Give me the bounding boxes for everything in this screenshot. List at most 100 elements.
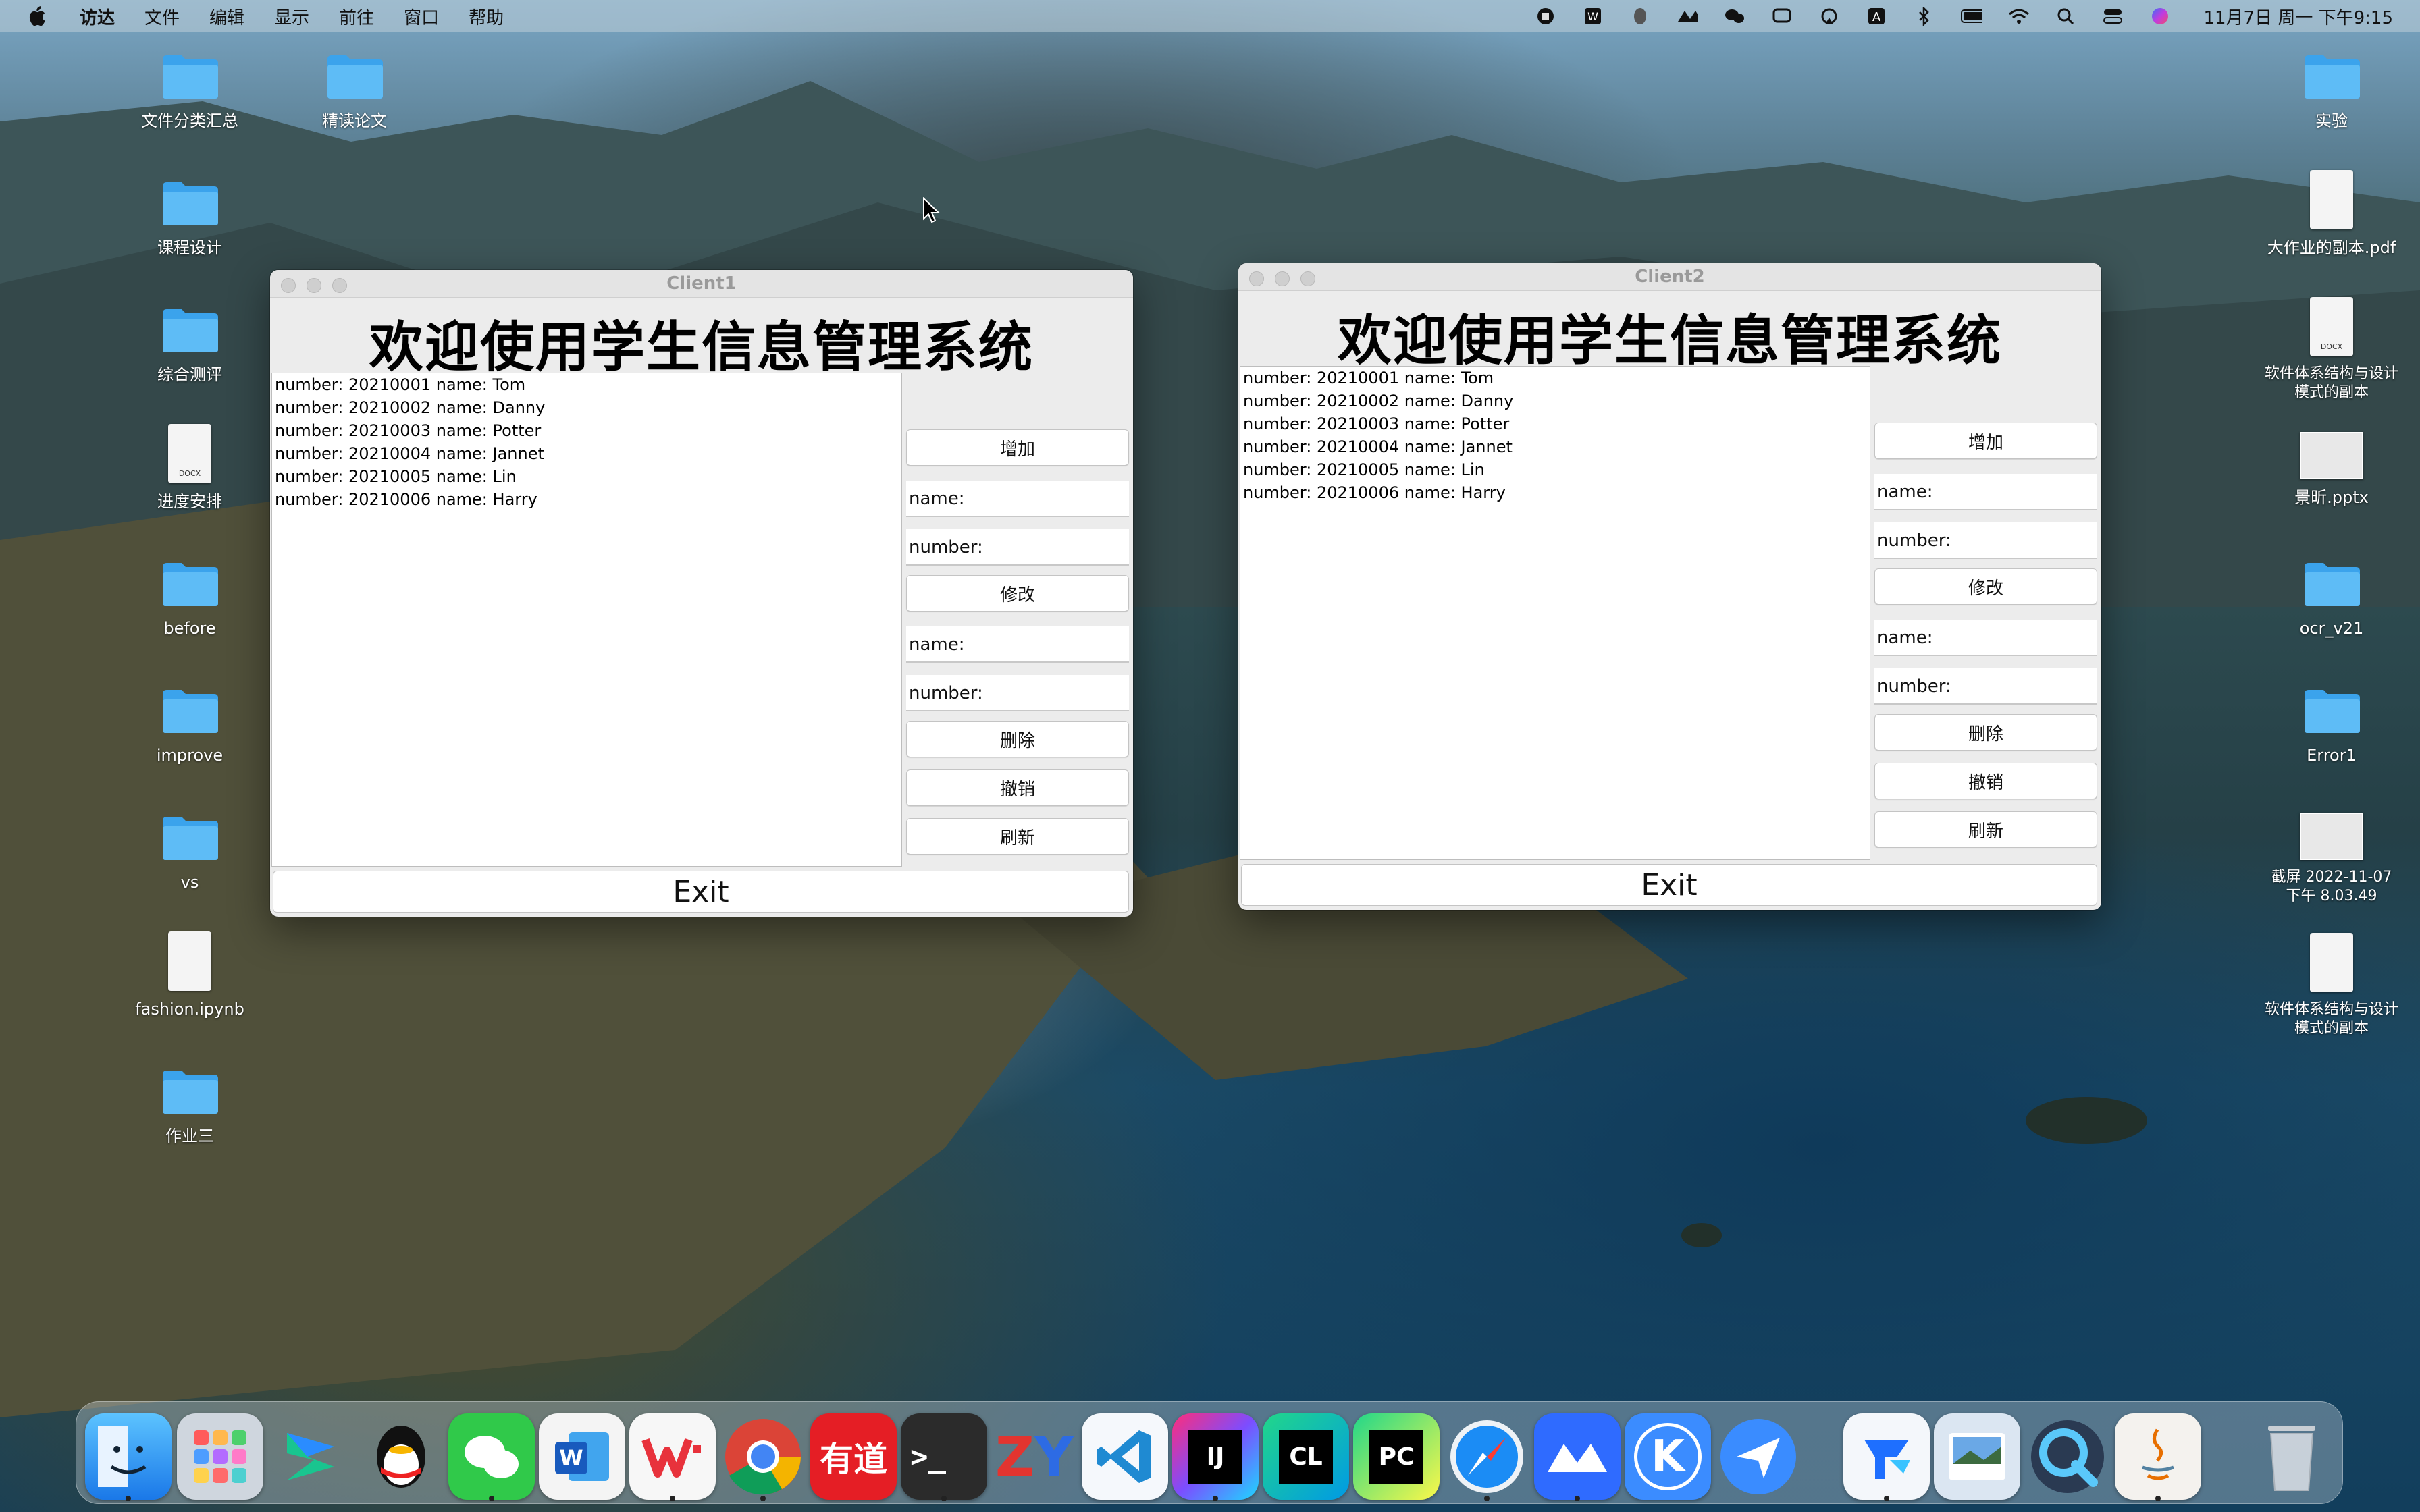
menu-app-name[interactable]: 访达 bbox=[80, 4, 115, 29]
list-item[interactable]: number: 20210002 name: Danny bbox=[272, 396, 901, 419]
lark-icon[interactable] bbox=[1534, 1413, 1621, 1500]
siri-icon[interactable] bbox=[2149, 7, 2171, 26]
add-number-field[interactable]: number: bbox=[1874, 522, 2097, 559]
trash-icon[interactable] bbox=[2248, 1413, 2335, 1500]
add-button[interactable]: 增加 bbox=[906, 429, 1129, 466]
desktop-item-zuoye[interactable]: 作业三 bbox=[122, 1068, 257, 1146]
menubar-clock[interactable]: 11月7日 周一 下午9:15 bbox=[2203, 4, 2393, 29]
desktop-item-zonghe[interactable]: 综合测评 bbox=[122, 306, 257, 385]
preview-icon[interactable] bbox=[1934, 1413, 2020, 1500]
clion-icon[interactable]: CL bbox=[1263, 1413, 1349, 1500]
list-item[interactable]: number: 20210006 name: Harry bbox=[1240, 481, 1870, 504]
window-titlebar[interactable]: Client1 bbox=[270, 270, 1133, 298]
desktop-item-error1[interactable]: Error1 bbox=[2264, 687, 2399, 765]
desktop-item-jingdu[interactable]: 精读论文 bbox=[287, 53, 422, 131]
desktop-item-pdf[interactable]: 大作业的副本.pdf bbox=[2264, 170, 2399, 258]
control-center-icon[interactable] bbox=[2102, 7, 2124, 26]
add-name-field[interactable]: name: bbox=[906, 481, 1129, 517]
finder-icon[interactable] bbox=[85, 1413, 172, 1500]
menu-edit[interactable]: 编辑 bbox=[209, 4, 244, 29]
list-item[interactable]: number: 20210004 name: Jannet bbox=[272, 442, 901, 465]
wifi-icon[interactable] bbox=[2007, 7, 2030, 26]
desktop-item-wenjian[interactable]: 文件分类汇总 bbox=[122, 53, 257, 131]
zy-icon[interactable]: ZY bbox=[991, 1413, 1078, 1500]
record-icon[interactable] bbox=[1535, 7, 1556, 26]
student-list[interactable]: number: 20210001 name: Tom number: 20210… bbox=[271, 373, 902, 867]
feishu-icon[interactable] bbox=[1715, 1413, 1801, 1500]
delete-button[interactable]: 删除 bbox=[906, 721, 1129, 757]
exit-button[interactable]: Exit bbox=[1241, 864, 2097, 906]
wechat-status-icon[interactable] bbox=[1724, 7, 1745, 26]
vscode-icon[interactable] bbox=[1082, 1413, 1168, 1500]
apple-menu-icon[interactable] bbox=[27, 5, 46, 27]
desktop-item-ruanjian1[interactable]: DOCX 软件体系结构与设计模式的副本 bbox=[2264, 297, 2399, 402]
modify-name-field[interactable]: name: bbox=[906, 626, 1129, 663]
swift-app-icon[interactable] bbox=[267, 1413, 354, 1500]
menu-help[interactable]: 帮助 bbox=[469, 4, 504, 29]
wps-icon[interactable] bbox=[629, 1413, 716, 1500]
delete-button[interactable]: 删除 bbox=[1874, 714, 2097, 751]
refresh-button[interactable]: 刷新 bbox=[906, 818, 1129, 855]
desktop-item-improve[interactable]: improve bbox=[122, 687, 257, 765]
lark-status-icon[interactable] bbox=[1677, 7, 1699, 26]
list-item[interactable]: number: 20210004 name: Jannet bbox=[1240, 435, 1870, 458]
desktop-item-before[interactable]: before bbox=[122, 560, 257, 639]
youdao-icon[interactable]: 有道 bbox=[810, 1413, 897, 1500]
desktop-item-ocr[interactable]: ocr_v21 bbox=[2264, 560, 2399, 639]
modify-number-field[interactable]: number: bbox=[1874, 668, 2097, 705]
modify-button[interactable]: 修改 bbox=[906, 575, 1129, 612]
desktop-item-shiyan[interactable]: 实验 bbox=[2264, 53, 2399, 131]
qq-status-icon[interactable] bbox=[1629, 7, 1651, 26]
desktop-item-kecheng[interactable]: 课程设计 bbox=[122, 180, 257, 258]
student-list[interactable]: number: 20210001 name: Tom number: 20210… bbox=[1240, 366, 1870, 860]
add-name-field[interactable]: name: bbox=[1874, 474, 2097, 510]
desktop-item-fashion[interactable]: fashion.ipynb bbox=[122, 932, 257, 1019]
add-button[interactable]: 增加 bbox=[1874, 423, 2097, 459]
search-icon[interactable] bbox=[2055, 7, 2076, 26]
desktop-item-jindu[interactable]: DOCX 进度安排 bbox=[122, 424, 257, 512]
input-method-icon[interactable]: A bbox=[1866, 7, 1887, 26]
pycharm-icon[interactable]: PC bbox=[1353, 1413, 1440, 1500]
chrome-icon[interactable] bbox=[720, 1413, 806, 1500]
battery-icon[interactable] bbox=[1960, 7, 1982, 26]
exit-button[interactable]: Exit bbox=[273, 871, 1129, 913]
airplay-icon[interactable] bbox=[1818, 7, 1840, 26]
launchpad-icon[interactable] bbox=[177, 1413, 263, 1500]
window-titlebar[interactable]: Client2 bbox=[1238, 263, 2101, 291]
list-item[interactable]: number: 20210001 name: Tom bbox=[1240, 367, 1870, 389]
quicktime-icon[interactable] bbox=[2024, 1413, 2111, 1500]
desktop-item-pptx[interactable]: 景昕.pptx bbox=[2264, 432, 2399, 508]
list-item[interactable]: number: 20210006 name: Harry bbox=[272, 488, 901, 511]
menu-file[interactable]: 文件 bbox=[144, 4, 180, 29]
desktop-item-screenshot[interactable]: 截屏 2022-11-07 下午 8.03.49 bbox=[2264, 813, 2399, 906]
add-number-field[interactable]: number: bbox=[906, 529, 1129, 566]
bluetooth-icon[interactable] bbox=[1913, 7, 1935, 26]
list-item[interactable]: number: 20210005 name: Lin bbox=[272, 465, 901, 488]
wps-status-icon[interactable]: W bbox=[1582, 7, 1604, 26]
word-icon[interactable]: W bbox=[539, 1413, 625, 1500]
terminal-icon[interactable]: >_ bbox=[901, 1413, 987, 1500]
undo-button[interactable]: 撤销 bbox=[1874, 763, 2097, 799]
desktop-item-ruanjian2[interactable]: 软件体系结构与设计模式的副本 bbox=[2264, 933, 2399, 1038]
list-item[interactable]: number: 20210001 name: Tom bbox=[272, 373, 901, 396]
modify-button[interactable]: 修改 bbox=[1874, 568, 2097, 605]
list-item[interactable]: number: 20210005 name: Lin bbox=[1240, 458, 1870, 481]
qq-icon[interactable] bbox=[358, 1413, 444, 1500]
menu-view[interactable]: 显示 bbox=[274, 4, 309, 29]
java-icon[interactable] bbox=[2115, 1413, 2201, 1500]
modify-number-field[interactable]: number: bbox=[906, 675, 1129, 711]
list-item[interactable]: number: 20210003 name: Potter bbox=[1240, 412, 1870, 435]
intellij-icon[interactable]: IJ bbox=[1172, 1413, 1259, 1500]
safari-icon[interactable] bbox=[1444, 1413, 1530, 1500]
k-app-icon[interactable]: K bbox=[1625, 1413, 1711, 1500]
wechat-icon[interactable] bbox=[448, 1413, 535, 1500]
desktop-item-vs[interactable]: vs bbox=[122, 814, 257, 892]
menu-window[interactable]: 窗口 bbox=[404, 4, 439, 29]
list-item[interactable]: number: 20210003 name: Potter bbox=[272, 419, 901, 442]
chat-status-icon[interactable] bbox=[1771, 7, 1793, 26]
tencent-docs-icon[interactable] bbox=[1843, 1413, 1930, 1500]
modify-name-field[interactable]: name: bbox=[1874, 620, 2097, 656]
refresh-button[interactable]: 刷新 bbox=[1874, 811, 2097, 848]
list-item[interactable]: number: 20210002 name: Danny bbox=[1240, 389, 1870, 412]
menu-go[interactable]: 前往 bbox=[339, 4, 374, 29]
